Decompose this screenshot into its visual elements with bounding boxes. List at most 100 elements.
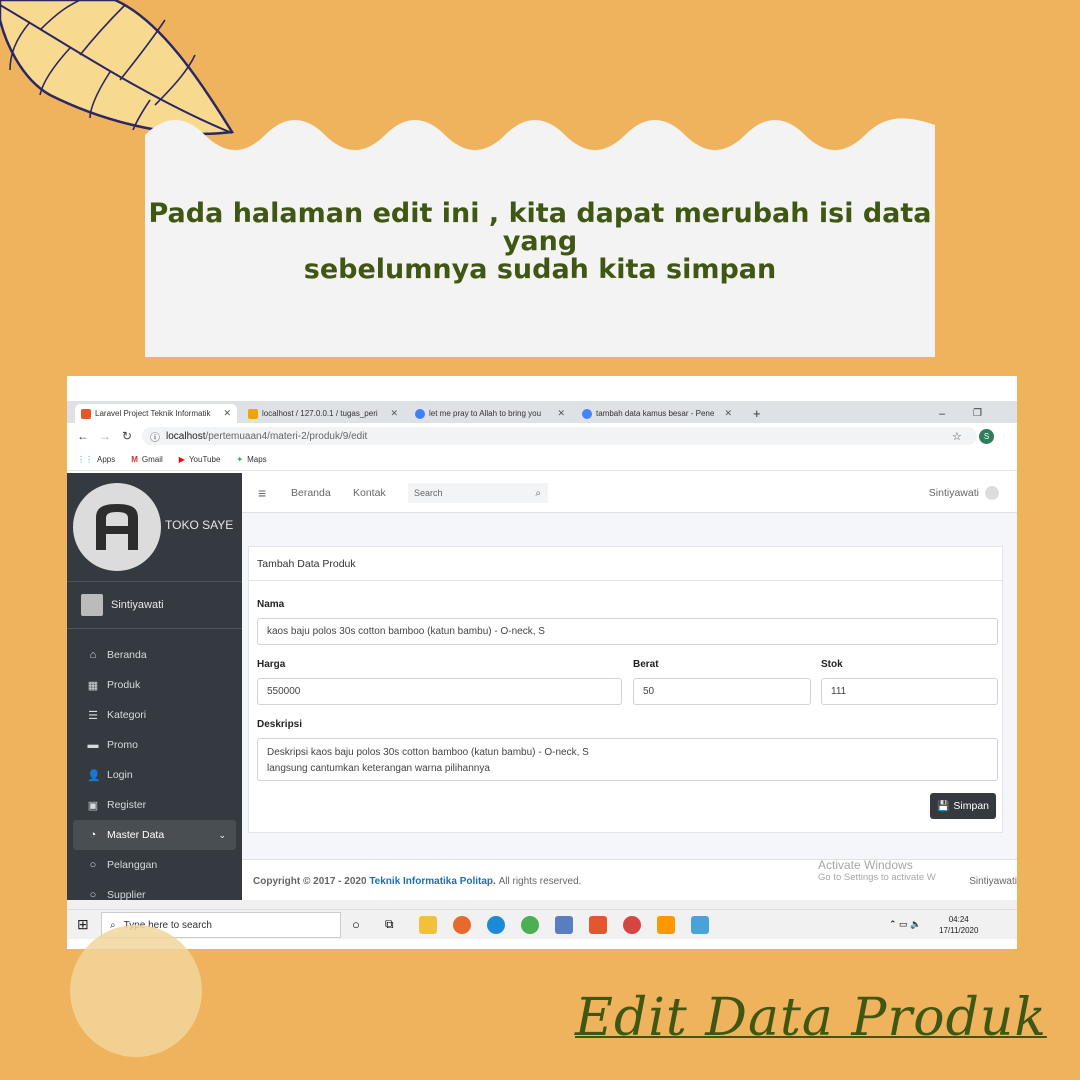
bookmark-maps[interactable]: ✦ Maps — [236, 455, 266, 464]
apps-grid-icon: ⋮⋮ — [77, 455, 93, 464]
windows-start-icon[interactable]: ⊞ — [77, 916, 89, 933]
browser-tab-bar: Laravel Project Teknik Informatik ✕ loca… — [67, 401, 1017, 423]
id-card-icon: ▣ — [87, 799, 99, 812]
close-tab-icon[interactable]: ✕ — [390, 408, 398, 419]
nama-input[interactable]: kaos baju polos 30s cotton bamboo (katun… — [257, 618, 998, 645]
info-icon: ⓘ — [150, 432, 160, 444]
address-bar-row: ← → ↻ ⓘ localhost/pertemuaan4/materi-2/p… — [67, 423, 1017, 449]
stok-input[interactable]: 111 — [821, 678, 998, 705]
page-footer: Copyright © 2017 - 2020 Teknik Informati… — [242, 858, 1017, 903]
windows-taskbar: ⊞ ⌕ Type here to search ○ ⧉ ⌃ ▭ 🔈 04:24 … — [67, 909, 1017, 939]
system-tray-icons[interactable]: ⌃ ▭ 🔈 — [889, 919, 921, 930]
search-icon[interactable]: ⌕ — [535, 488, 541, 499]
sidebar-item-kategori[interactable]: ☰ Kategori — [73, 700, 236, 730]
edit-product-card: Tambah Data Produk Nama kaos baju polos … — [248, 546, 1003, 833]
bookmarks-bar: ⋮⋮ Apps M Gmail ▶ YouTube ✦ Maps — [67, 449, 1017, 471]
new-tab-button[interactable]: + — [747, 404, 767, 423]
tab-label: tambah data kamus besar - Pene — [596, 409, 715, 418]
simpan-button[interactable]: 💾 Simpan — [930, 793, 996, 819]
rights-text: All rights reserved. — [498, 876, 582, 887]
deskripsi-line-2: langsung cantumkan keterangan warna pili… — [267, 763, 490, 774]
browser-tab-4[interactable]: tambah data kamus besar - Pene ✕ — [576, 404, 738, 423]
main-content: ≡ Beranda Kontak Search ⌕ Sintiyawati Ta… — [242, 473, 1017, 903]
activate-windows-watermark: Activate Windows Go to Settings to activ… — [818, 858, 936, 883]
close-tab-icon[interactable]: ✕ — [557, 408, 565, 419]
forward-icon[interactable]: → — [99, 429, 111, 443]
footer-user: Sintiyawati — [969, 876, 1017, 887]
tab-label: localhost / 127.0.0.1 / tugas_peri — [262, 409, 378, 418]
restore-icon[interactable]: ❐ — [967, 404, 988, 423]
stok-label: Stok — [821, 659, 843, 670]
card-title: Tambah Data Produk — [249, 547, 1002, 581]
decorative-circle — [70, 925, 202, 1057]
profile-avatar[interactable]: S — [979, 428, 994, 444]
dashboard-icon: ◔ — [89, 829, 97, 841]
berat-label: Berat — [633, 659, 659, 670]
xampp-icon[interactable] — [589, 916, 607, 934]
cortana-icon[interactable]: ○ — [352, 917, 360, 932]
browser-tab-3[interactable]: let me pray to Allah to bring you ✕ — [409, 404, 571, 423]
notepad-icon[interactable] — [555, 916, 573, 934]
close-tab-icon[interactable]: ✕ — [223, 408, 231, 419]
bookmark-star-icon[interactable]: ☆ — [952, 430, 962, 443]
sidebar-user-name: Sintiyawati — [111, 599, 164, 611]
grid-icon: ▦ — [87, 679, 99, 692]
navbar-avatar[interactable] — [985, 485, 999, 500]
caption-line-1: Pada halaman edit ini , kita dapat merub… — [148, 198, 932, 257]
nav-link-kontak[interactable]: Kontak — [353, 487, 386, 499]
berat-input[interactable]: 50 — [633, 678, 811, 705]
url-host: localhost — [166, 430, 206, 442]
sidebar-item-pelanggan[interactable]: ○ Pelanggan — [73, 850, 236, 880]
deskripsi-textarea[interactable]: Deskripsi kaos baju polos 30s cotton bam… — [257, 738, 998, 781]
org-link[interactable]: Teknik Informatika Politap. — [369, 876, 496, 887]
edge-icon[interactable] — [487, 916, 505, 934]
firefox-icon[interactable] — [453, 916, 471, 934]
taskbar-clock[interactable]: 04:24 17/11/2020 — [939, 914, 978, 936]
bookmark-gmail[interactable]: M Gmail — [131, 455, 163, 464]
sidebar-item-beranda[interactable]: ⌂ Beranda — [73, 640, 236, 670]
laravel-favicon-icon — [81, 408, 91, 419]
circle-icon: ○ — [89, 859, 97, 871]
navbar-user-name[interactable]: Sintiyawati — [929, 487, 979, 499]
youtube-icon: ▶ — [178, 455, 185, 464]
nama-label: Nama — [257, 599, 285, 610]
nav-link-beranda[interactable]: Beranda — [291, 487, 331, 499]
sublime-text-icon[interactable] — [657, 916, 675, 934]
brand-name[interactable]: TOKO SAYE — [165, 518, 233, 532]
control-panel-icon[interactable] — [691, 916, 709, 934]
minimize-icon[interactable]: – — [933, 404, 951, 423]
chrome-profile-icon[interactable] — [623, 916, 641, 934]
reload-icon[interactable]: ↻ — [122, 429, 132, 443]
url-field[interactable]: ⓘ localhost/pertemuaan4/materi-2/produk/… — [142, 427, 977, 445]
sidebar-item-register[interactable]: ▣ Register — [73, 790, 236, 820]
bookmark-apps[interactable]: ⋮⋮ Apps — [77, 455, 115, 464]
browser-tab-2[interactable]: localhost / 127.0.0.1 / tugas_peri ✕ — [242, 404, 404, 423]
browser-tab-1[interactable]: Laravel Project Teknik Informatik ✕ — [75, 404, 237, 423]
harga-input[interactable]: 550000 — [257, 678, 622, 705]
sidebar-item-login[interactable]: 👤 Login — [73, 760, 236, 790]
back-icon[interactable]: ← — [77, 429, 89, 443]
search-input[interactable]: Search ⌕ — [408, 483, 548, 503]
letter-a-logo-icon — [96, 504, 138, 550]
list-icon: ☰ — [88, 709, 98, 722]
file-explorer-icon[interactable] — [419, 916, 437, 934]
deskripsi-label: Deskripsi — [257, 719, 303, 730]
sidebar-item-produk[interactable]: ▦ Produk — [73, 670, 236, 700]
home-icon: ⌂ — [89, 649, 97, 661]
hamburger-menu-icon[interactable]: ≡ — [258, 485, 266, 501]
task-view-icon[interactable]: ⧉ — [385, 917, 394, 932]
brand-logo[interactable] — [73, 483, 161, 571]
tab-label: Laravel Project Teknik Informatik — [95, 409, 211, 418]
bookmark-youtube[interactable]: ▶ YouTube — [179, 455, 221, 464]
screenshot-frame: Laravel Project Teknik Informatik ✕ loca… — [67, 376, 1017, 949]
chevron-down-icon: ⌄ — [218, 829, 226, 840]
horizontal-scrollbar[interactable] — [67, 900, 1017, 909]
sidebar-user-panel[interactable]: Sintiyawati — [67, 581, 242, 629]
save-icon: 💾 — [936, 800, 950, 812]
phpmyadmin-favicon-icon — [248, 408, 258, 419]
chrome-icon[interactable] — [521, 916, 539, 934]
sidebar-item-promo[interactable]: ▬ Promo — [73, 730, 236, 760]
site-favicon-icon — [415, 408, 425, 419]
close-tab-icon[interactable]: ✕ — [724, 408, 732, 419]
sidebar-item-master-data[interactable]: ◔ Master Data ⌄ — [73, 820, 236, 850]
